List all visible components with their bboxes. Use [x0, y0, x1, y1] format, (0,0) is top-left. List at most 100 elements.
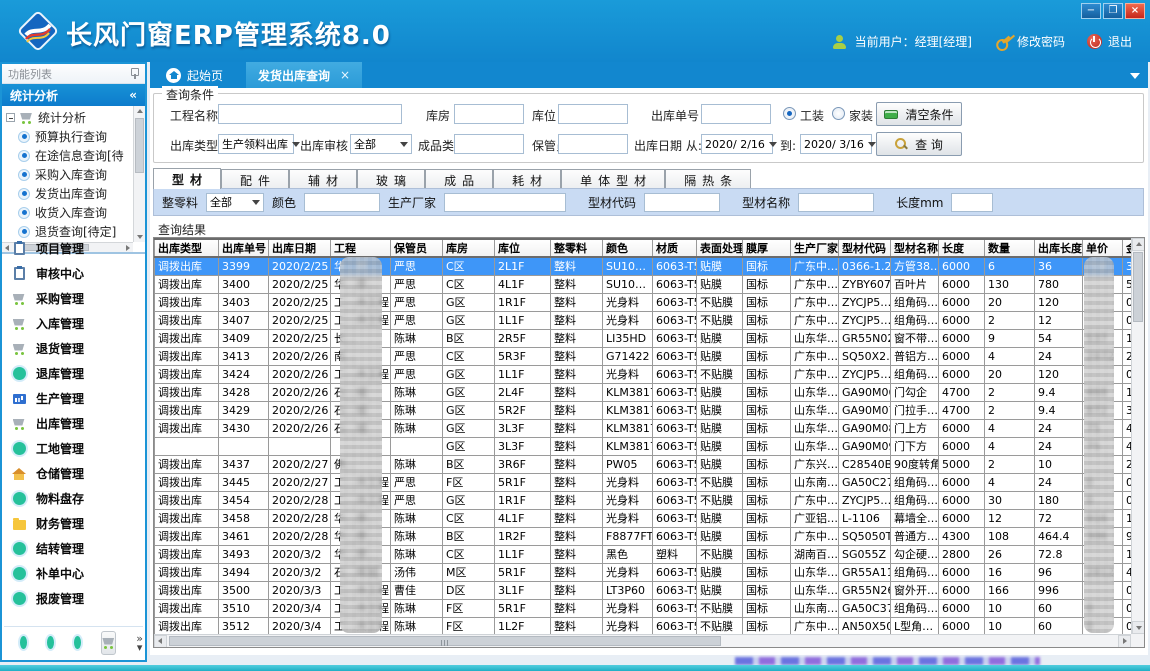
column-header[interactable]: 库房 [443, 239, 495, 257]
sidebar-item-0[interactable]: 项目管理 [2, 236, 145, 261]
gongzhuang-label[interactable]: 工装 [800, 107, 824, 124]
tab-shipment-outbound-query[interactable]: 发货出库查询 × [246, 62, 362, 88]
table-row[interactable]: 调拨出库34582020/2/28华…原…陈琳C区4L1F整料光身料6063-T… [155, 509, 1145, 527]
change-password-button[interactable]: 修改密码 [994, 33, 1065, 50]
material-tab-2[interactable]: 辅材 [289, 169, 357, 189]
circle-icon[interactable] [74, 636, 81, 649]
table-row[interactable]: 调拨出库34942020/3/2石…辉城汤伟M区5R1F整料光身料6063-T5… [155, 563, 1145, 581]
tree-expander-icon[interactable] [6, 113, 15, 122]
tree-item-3[interactable]: 发货出库查询 [18, 184, 145, 203]
outbound-audit-select[interactable]: 全部 [350, 134, 412, 154]
clear-conditions-button[interactable]: 清空条件 [876, 102, 962, 126]
location-input[interactable] [558, 104, 628, 124]
column-header[interactable]: 膜厚 [743, 239, 791, 257]
maximize-button[interactable]: ❐ [1103, 3, 1123, 19]
column-header[interactable]: 单价 [1083, 239, 1123, 257]
radio-jiazhuang[interactable] [832, 107, 845, 120]
column-header[interactable]: 生产厂家 [791, 239, 839, 257]
radio-gongzhuang[interactable] [783, 107, 796, 120]
profile-name-input[interactable] [798, 193, 874, 212]
vertical-scroll-thumb[interactable] [1133, 252, 1143, 322]
table-row[interactable]: 调拨出库34932020/3/2华…原…陈琳C区1L1F整料黑色塑料不贴膜国标湖… [155, 545, 1145, 563]
table-row[interactable]: 调拨出库34092020/2/25长…陈琳B区2R5F整料LI35HD6063-… [155, 329, 1145, 347]
factory-input[interactable] [444, 193, 566, 212]
sidebar-item-8[interactable]: 工地管理 [2, 436, 145, 461]
search-button[interactable]: 查 询 [876, 132, 962, 156]
column-header[interactable]: 整零料 [551, 239, 603, 257]
scroll-up-icon[interactable] [137, 109, 143, 113]
sidebar-item-2[interactable]: 采购管理 [2, 286, 145, 311]
material-tab-1[interactable]: 配件 [221, 169, 289, 189]
table-row[interactable]: 调拨出库34542020/2/28工…共工程严思G区1R1F整料光身料6063-… [155, 491, 1145, 509]
table-row[interactable]: 调拨出库34002020/2/25华…原…严思C区4L1F整料SU10…6063… [155, 275, 1145, 293]
material-tab-4[interactable]: 成品 [425, 169, 493, 189]
scroll-up-icon[interactable] [1136, 242, 1142, 246]
color-input[interactable] [304, 193, 380, 212]
cart-button[interactable] [101, 631, 116, 655]
sidebar-item-1[interactable]: 审核中心 [2, 261, 145, 286]
sidebar-item-12[interactable]: 结转管理 [2, 536, 145, 561]
outbound-type-select[interactable]: 生产领料出库 [218, 134, 294, 154]
tab-close-icon[interactable]: × [340, 68, 350, 82]
table-row[interactable]: 调拨出库34032020/2/25工…共工程严思G区1R1F整料光身料6063-… [155, 293, 1145, 311]
table-horizontal-scrollbar[interactable] [154, 634, 1131, 647]
column-header[interactable]: 出库日期 [269, 239, 331, 257]
table-row[interactable]: 调拨出库34302020/2/26石…城陈琳G区3L3F整料KLM3817606… [155, 419, 1145, 437]
sidebar-item-11[interactable]: 财务管理 [2, 511, 145, 536]
table-row[interactable]: 调拨出库34612020/2/28华…原…陈琳B区1R2F整料F8877FT60… [155, 527, 1145, 545]
project-name-input[interactable] [218, 104, 402, 124]
sidebar-item-7[interactable]: 出库管理 [2, 411, 145, 436]
collapse-icon[interactable]: « [129, 88, 137, 102]
stats-section-header[interactable]: 统计分析 « [2, 84, 145, 106]
pin-icon[interactable] [130, 68, 139, 79]
column-header[interactable]: 材质 [653, 239, 697, 257]
sidebar-item-13[interactable]: 补单中心 [2, 561, 145, 586]
material-tab-7[interactable]: 隔热条 [665, 169, 751, 189]
column-header[interactable]: 表面处理 [697, 239, 743, 257]
tree-item-4[interactable]: 收货入库查询 [18, 203, 145, 222]
table-row[interactable]: 调拨出库34372020/2/27佛…陈琳B区3R6F整料PW056063-T5… [155, 455, 1145, 473]
table-row[interactable]: 调拨出库34072020/2/25工…共工程严思G区1L1F整料光身料6063-… [155, 311, 1145, 329]
expand-more-button[interactable]: »▾ [136, 634, 143, 652]
table-row[interactable]: 调拨出库35002020/3/3工…共工程曹佳D区3L1F整料LT3P60606… [155, 581, 1145, 599]
sidebar-item-6[interactable]: 生产管理 [2, 386, 145, 411]
sidebar-item-4[interactable]: 退货管理 [2, 336, 145, 361]
column-header[interactable]: 长度 [939, 239, 985, 257]
tree-vertical-scrollbar[interactable] [133, 106, 145, 242]
warehouse-input[interactable] [454, 104, 524, 124]
column-header[interactable]: 型材名称 [891, 239, 939, 257]
profile-code-input[interactable] [644, 193, 720, 212]
keeper-input[interactable] [558, 134, 628, 154]
column-header[interactable]: 库位 [495, 239, 551, 257]
scroll-left-icon[interactable] [158, 638, 162, 644]
close-button[interactable]: × [1125, 3, 1145, 19]
column-header[interactable]: 出库单号 [219, 239, 269, 257]
material-tab-6[interactable]: 单体型材 [561, 169, 665, 189]
column-header[interactable]: 出库类型 [155, 239, 219, 257]
logout-button[interactable]: 退出 [1087, 33, 1132, 50]
sidebar-item-9[interactable]: 仓储管理 [2, 461, 145, 486]
tab-home[interactable]: 起始页 [156, 62, 233, 88]
column-header[interactable]: 保管员 [391, 239, 443, 257]
tree-item-0[interactable]: 预算执行查询 [18, 127, 145, 146]
product-type-input[interactable] [454, 134, 524, 154]
table-row[interactable]: 调拨出库34242020/2/26工…共工程严思G区1L1F整料光身料6063-… [155, 365, 1145, 383]
column-header[interactable]: 工程 [331, 239, 391, 257]
sidebar-item-10[interactable]: 物料盘存 [2, 486, 145, 511]
column-header[interactable]: 颜色 [603, 239, 653, 257]
table-row[interactable]: 调拨出库33992020/2/25华…原…严思C区2L1F整料SU10…6063… [155, 257, 1145, 275]
table-row[interactable]: 调拨出库34282020/2/26石…城陈琳G区2L4F整料KLM3817606… [155, 383, 1145, 401]
table-row[interactable]: 调拨出库35102020/3/4工…共工程陈琳F区5R1F整料光身料6063-T… [155, 599, 1145, 617]
sidebar-item-3[interactable]: 入库管理 [2, 311, 145, 336]
table-row[interactable]: 调拨出库35122020/3/4工…共工程陈琳F区1L2F整料光身料6063-T… [155, 617, 1145, 635]
column-header[interactable]: 数量 [985, 239, 1035, 257]
order-no-input[interactable] [701, 104, 771, 124]
tab-overflow-icon[interactable] [1130, 73, 1140, 79]
table-row[interactable]: 调拨出库34452020/2/27工…共工程严思F区5R1F整料光身料6063-… [155, 473, 1145, 491]
tree-item-1[interactable]: 在途信息查询[待 [18, 146, 145, 165]
table-row[interactable]: G区3L3F整料KLM38176063-T5贴膜国标山东华…GA90M09…门下… [155, 437, 1145, 455]
minimize-button[interactable]: − [1081, 3, 1101, 19]
circle-icon[interactable] [47, 636, 54, 649]
material-tab-0[interactable]: 型材 [153, 168, 221, 189]
date-to-select[interactable]: 2020/ 3/16 [800, 134, 872, 154]
